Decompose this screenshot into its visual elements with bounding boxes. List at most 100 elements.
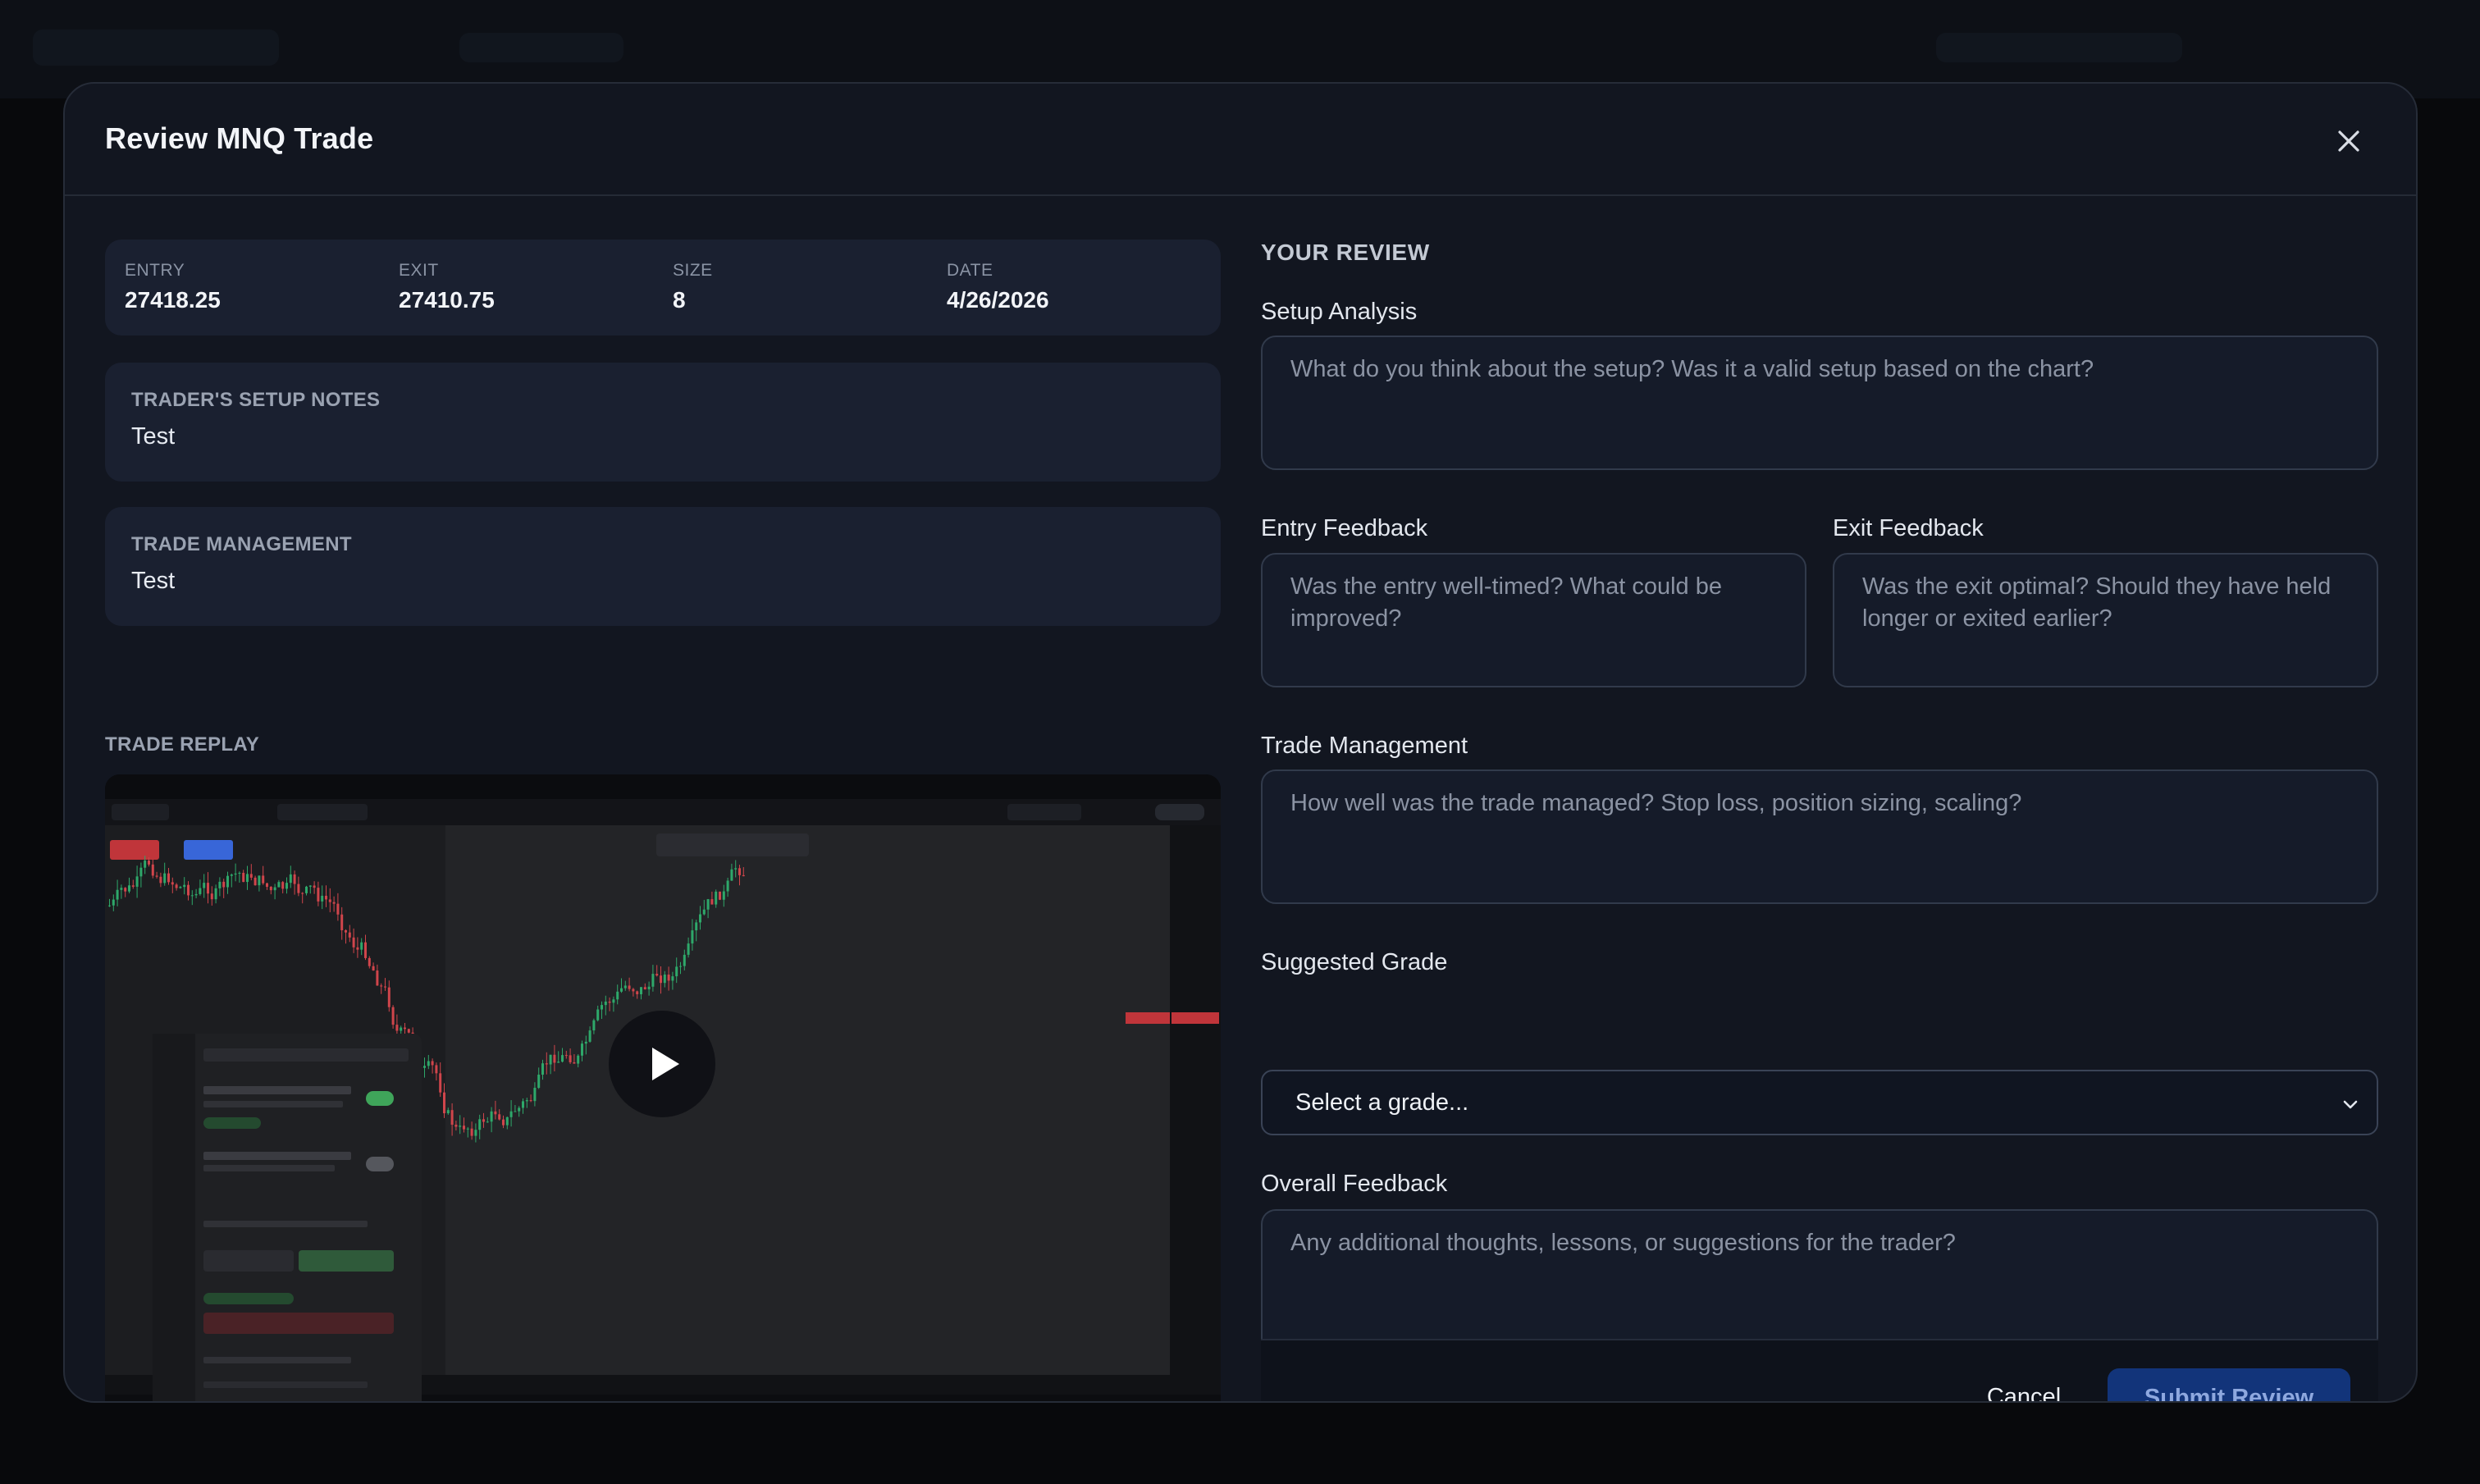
candle-body [293, 874, 296, 884]
candle-body [620, 988, 623, 992]
candle-body [404, 1027, 406, 1030]
trade-management-label: TRADE MANAGEMENT [131, 533, 352, 555]
candle-body [336, 903, 340, 915]
candle-body [482, 1119, 485, 1122]
date-value: 4/26/2026 [947, 287, 1049, 313]
entry-label: ENTRY [125, 261, 185, 280]
candle-body [301, 893, 304, 894]
setup-notes-label: TRADER'S SETUP NOTES [131, 389, 381, 411]
candle-body [144, 861, 147, 868]
candle-body [253, 877, 257, 886]
candle-body [262, 875, 265, 884]
suggested-grade-select[interactable]: Select a grade... [1261, 1070, 2378, 1135]
suggested-grade-value: Select a grade... [1295, 1089, 1469, 1116]
candle-body [494, 1111, 497, 1115]
candle-body [159, 876, 162, 884]
candle-body [561, 1055, 564, 1062]
candle-body [564, 1055, 568, 1057]
play-icon [652, 1048, 679, 1080]
candle-body [387, 987, 390, 1007]
review-trade-modal: Review MNQ Trade ENTRY 27418.25 EXIT 274… [63, 82, 2418, 1403]
candle-body [376, 970, 379, 986]
candle-body [230, 874, 233, 876]
candle-body [163, 873, 167, 884]
candle-body [518, 1107, 521, 1112]
candle-body [443, 1092, 445, 1114]
candle-body [439, 1073, 442, 1093]
candle-body [533, 1088, 537, 1102]
candle-body [175, 884, 178, 888]
suggested-grade-label: Suggested Grade [1261, 949, 1448, 975]
candle-body [474, 1130, 477, 1136]
candle-body [171, 882, 174, 885]
candle-body [545, 1063, 548, 1065]
background-logo [33, 30, 279, 66]
setup-notes-value: Test [131, 423, 176, 450]
background-user-menu [1936, 33, 2182, 62]
candle-body [226, 875, 229, 888]
exit-feedback-input[interactable] [1833, 553, 2378, 687]
size-summary: SIZE 8 [673, 261, 713, 313]
candle-body [601, 1005, 603, 1010]
candle-body [596, 1009, 600, 1021]
candle-body [155, 875, 158, 877]
trade-summary: ENTRY 27418.25 EXIT 27410.75 SIZE 8 DATE… [105, 240, 1221, 336]
candle-body [258, 875, 261, 886]
candle-body [242, 872, 245, 883]
candle-body [207, 883, 209, 894]
exit-feedback-label: Exit Feedback [1833, 515, 1984, 541]
cancel-button[interactable]: Cancel [1966, 1368, 2081, 1401]
candle-body [463, 1126, 465, 1130]
candle-body [454, 1124, 458, 1127]
candle-body [537, 1075, 541, 1089]
background-nav [459, 33, 623, 62]
candle-body [577, 1055, 580, 1064]
candle-body [139, 867, 143, 877]
candle-body [305, 886, 308, 893]
trade-management-input[interactable] [1261, 769, 2378, 904]
candle-body [687, 943, 690, 955]
exit-value: 27410.75 [399, 287, 495, 313]
candle-body [179, 887, 182, 888]
candle-body [364, 942, 367, 958]
candle-body [525, 1100, 528, 1102]
candle-body [742, 874, 745, 877]
setup-analysis-input[interactable] [1261, 336, 2378, 470]
close-icon [2338, 130, 2359, 152]
play-button[interactable] [609, 1011, 715, 1117]
candle-body [498, 1114, 501, 1120]
candle-body [726, 880, 729, 892]
submit-review-button[interactable]: Submit Review [2108, 1368, 2350, 1401]
candle-body [427, 1061, 430, 1066]
candle-body [699, 914, 701, 923]
candle-body [738, 868, 741, 875]
candle-body [148, 861, 150, 865]
candle-body [466, 1128, 469, 1130]
candle-body [730, 869, 733, 881]
candle-body [120, 888, 123, 890]
close-button[interactable] [2332, 125, 2365, 158]
candle-body [128, 885, 130, 892]
candle-body [706, 899, 710, 910]
trade-replay-label: TRADE REPLAY [105, 733, 260, 756]
candle-body [478, 1119, 482, 1130]
entry-feedback-input[interactable] [1261, 553, 1806, 687]
candle-body [332, 902, 336, 904]
candle-body [124, 888, 127, 892]
candle-body [435, 1065, 438, 1074]
trade-management-feedback-label: Trade Management [1261, 733, 1468, 759]
candle-body [183, 884, 186, 888]
candle-body [628, 985, 631, 989]
candle-body [285, 883, 288, 889]
entry-feedback-label: Entry Feedback [1261, 515, 1428, 541]
trade-replay-video[interactable] [105, 774, 1221, 1401]
candle-body [671, 976, 674, 981]
overall-feedback-input[interactable] [1261, 1209, 2378, 1340]
candle-body [151, 864, 154, 876]
exit-label: EXIT [399, 261, 439, 280]
candle-body [722, 891, 725, 900]
candle-body [640, 987, 642, 994]
candle-body [702, 909, 706, 915]
candle-body [190, 895, 194, 897]
candle-body [187, 884, 190, 896]
